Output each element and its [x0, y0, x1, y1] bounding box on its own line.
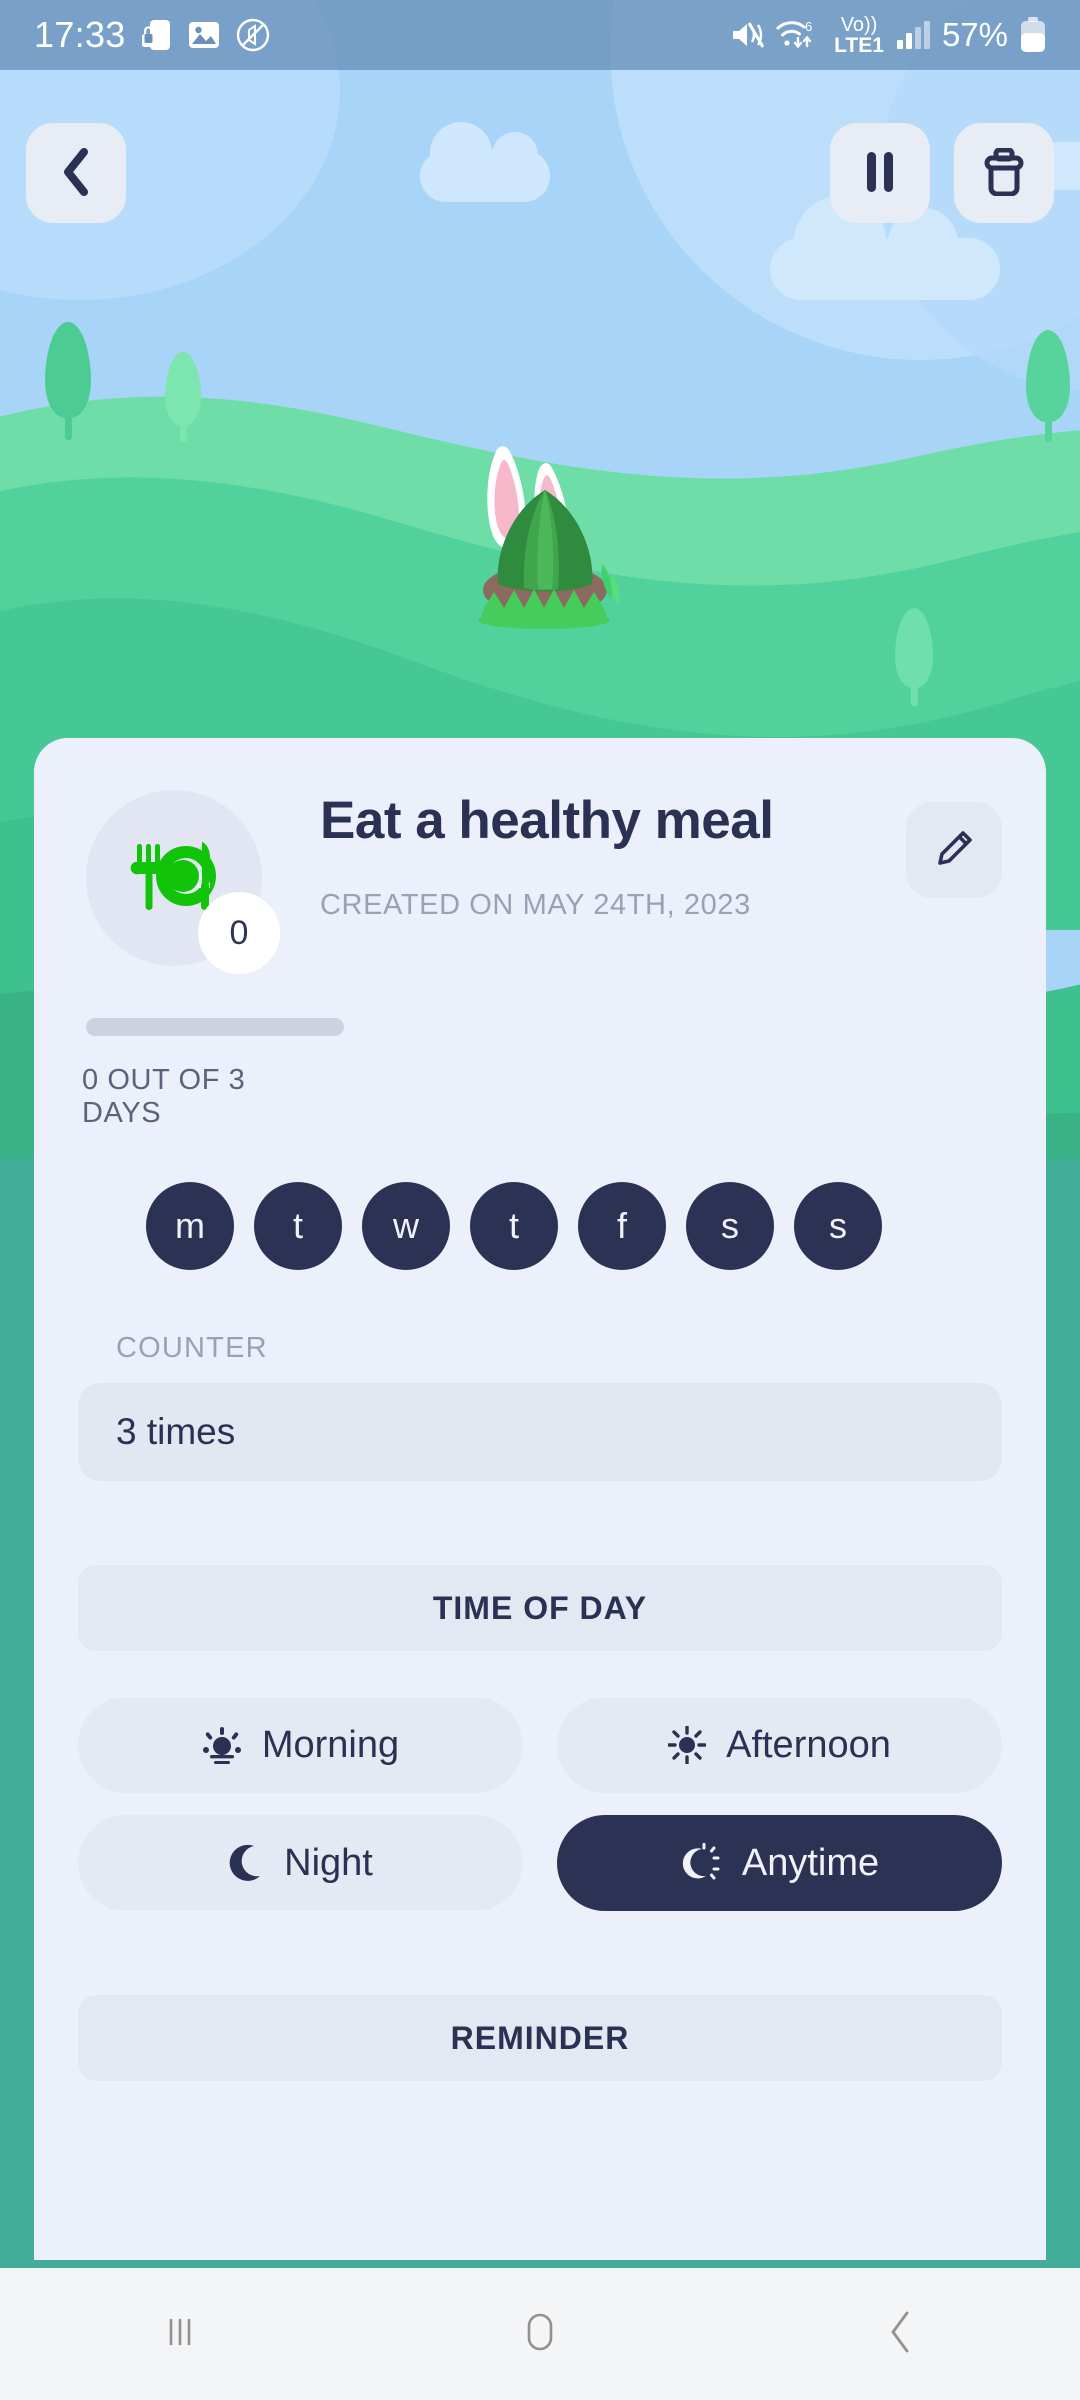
habit-icon-circle: 0 [86, 790, 280, 974]
recents-icon [158, 2310, 202, 2359]
status-bar: 17:33 6 Vo)) LTE1 57% [0, 0, 1080, 70]
time-option-night[interactable]: Night [78, 1815, 523, 1911]
sun-moon-icon [680, 1843, 722, 1883]
recents-button[interactable] [90, 2268, 270, 2400]
pencil-icon [934, 829, 974, 872]
time-option-afternoon[interactable]: Afternoon [557, 1697, 1002, 1793]
battery-percent-label: 57% [941, 16, 1008, 53]
habit-count-badge: 0 [198, 892, 280, 974]
chevron-left-icon [58, 146, 94, 201]
weekday-friday[interactable]: f [578, 1182, 666, 1270]
weekday-sunday[interactable]: s [794, 1182, 882, 1270]
status-bar-left: 17:33 [34, 14, 270, 56]
time-option-anytime[interactable]: Anytime [557, 1815, 1002, 1911]
sprout-with-bunny-ears-illustration [440, 432, 650, 632]
header-action-bar [0, 118, 1080, 228]
header-action-right-group [830, 123, 1054, 223]
app-root: 17:33 6 Vo)) LTE1 57% 0 0 OUT OF 3 DAYS … [0, 0, 1080, 2400]
habit-title-block: Eat a healthy meal CREATED ON MAY 24TH, … [310, 790, 906, 1130]
image-icon [188, 20, 220, 50]
volte-icon: Vo)) LTE1 [834, 13, 884, 57]
mute-icon [730, 20, 765, 50]
reminder-header: REMINDER [78, 1995, 1002, 2081]
weekday-thursday[interactable]: t [470, 1182, 558, 1270]
phone-lock-icon [141, 18, 172, 52]
home-icon [518, 2307, 562, 2362]
time-of-day-header: TIME OF DAY [78, 1565, 1002, 1651]
habit-created-date: CREATED ON MAY 24TH, 2023 [320, 888, 751, 921]
home-button[interactable] [450, 2268, 630, 2400]
delete-button[interactable] [954, 123, 1054, 223]
chevron-left-icon [883, 2307, 917, 2362]
no-sound-circle-icon [236, 18, 270, 52]
counter-label: COUNTER [116, 1332, 268, 1364]
habit-progress-bar [86, 1018, 344, 1036]
status-bar-clock: 17:33 [34, 14, 126, 55]
pause-icon [863, 150, 897, 197]
status-bar-right: 6 Vo)) LTE1 57% [730, 15, 1046, 56]
habit-title: Eat a healthy meal [320, 791, 774, 850]
svg-text:6: 6 [805, 19, 812, 34]
pause-button[interactable] [830, 123, 930, 223]
habit-progress-label: 0 OUT OF 3 DAYS [82, 1064, 246, 1129]
trash-icon [982, 147, 1026, 199]
time-option-morning[interactable]: Morning [78, 1697, 523, 1793]
counter-field[interactable]: 3 times [78, 1383, 1002, 1481]
sunrise-icon [202, 1726, 242, 1764]
time-option-label: Morning [261, 1723, 400, 1766]
android-nav-bar [0, 2268, 1080, 2400]
back-button[interactable] [26, 123, 126, 223]
weekday-wednesday[interactable]: w [362, 1182, 450, 1270]
battery-icon [1020, 17, 1046, 53]
sun-icon [668, 1726, 707, 1764]
weekday-saturday[interactable]: s [686, 1182, 774, 1270]
signal-bars-icon [896, 20, 930, 50]
time-option-label: Afternoon [726, 1723, 891, 1766]
weekday-monday[interactable]: m [146, 1182, 234, 1270]
nav-back-button[interactable] [810, 2268, 990, 2400]
weekday-tuesday[interactable]: t [254, 1182, 342, 1270]
moon-icon [228, 1844, 264, 1882]
weekday-selector: m t w t f s s [146, 1182, 1002, 1270]
habit-progress-summary: 0 0 OUT OF 3 DAYS [78, 790, 344, 1130]
cloud-icon [770, 196, 1000, 300]
habit-header: 0 0 OUT OF 3 DAYS Eat a healthy meal CRE… [78, 738, 1002, 1130]
habit-detail-card: 0 0 OUT OF 3 DAYS Eat a healthy meal CRE… [34, 738, 1046, 2260]
time-option-label: Night [284, 1841, 373, 1884]
edit-habit-button[interactable] [906, 802, 1002, 898]
time-of-day-options: Morning Afternoon Night Anytime [78, 1697, 1002, 1911]
wifi-icon: 6 [776, 18, 822, 52]
time-option-label: Anytime [741, 1841, 880, 1884]
